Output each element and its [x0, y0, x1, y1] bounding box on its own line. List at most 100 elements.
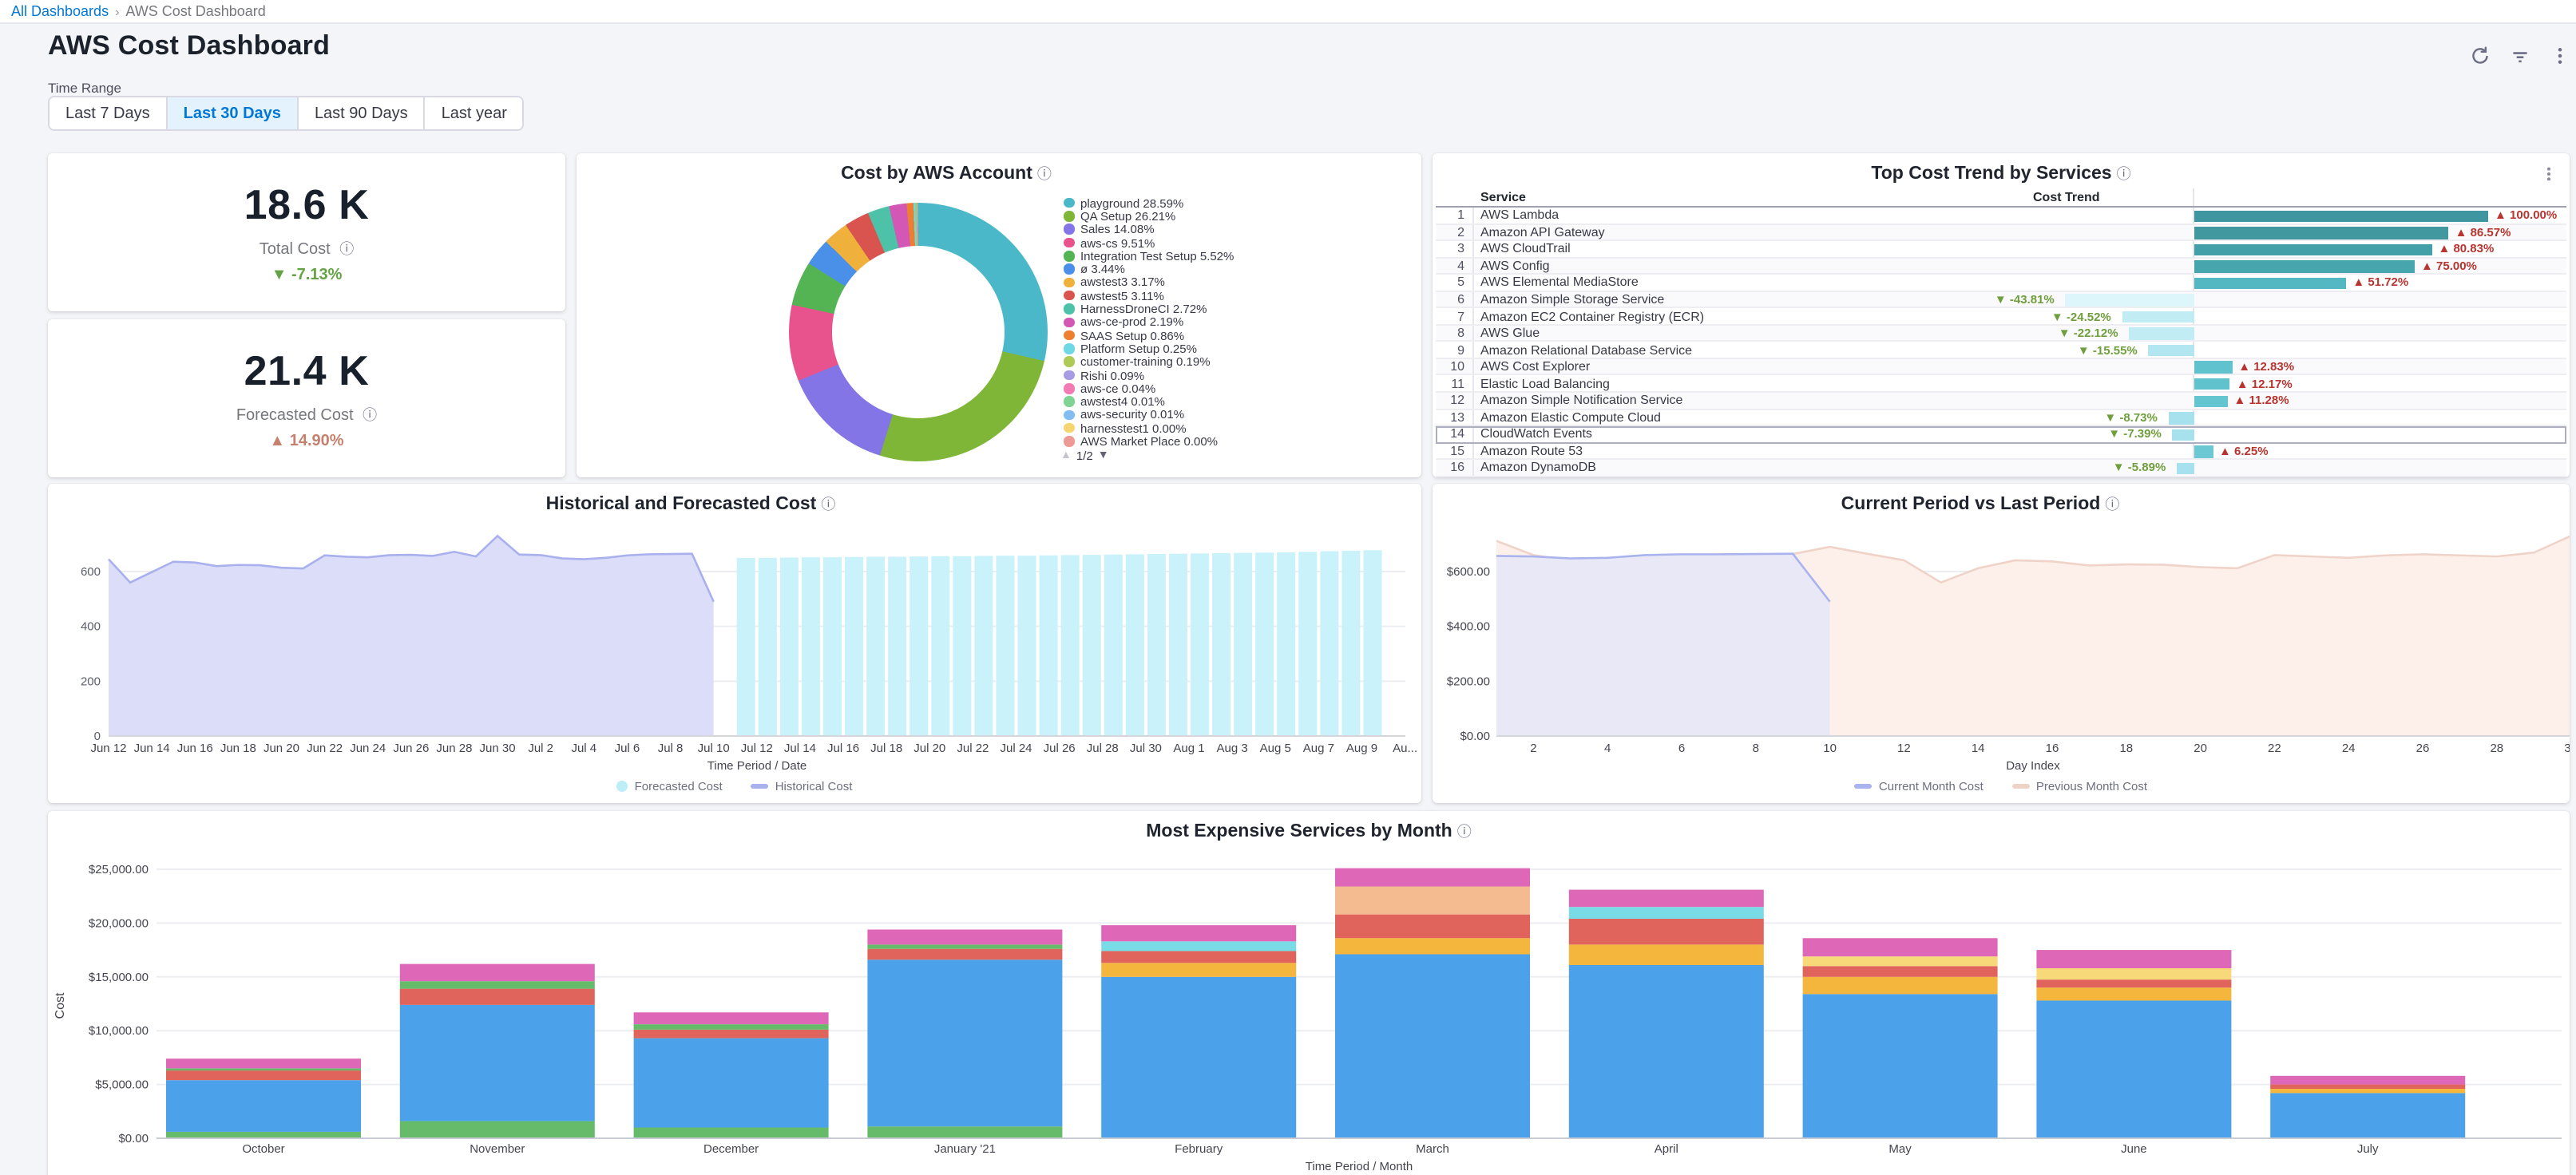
service-name: Amazon Simple Notification Service — [1474, 394, 2027, 408]
row-number: 6 — [1436, 291, 1474, 307]
svg-text:Jul 26: Jul 26 — [1044, 742, 1076, 755]
donut-legend: playground 28.59% QA Setup 26.21% Sales … — [1064, 196, 1234, 448]
info-icon[interactable]: ⓘ — [339, 241, 354, 257]
table-row[interactable]: 6 Amazon Simple Storage Service ▼ -43.81… — [1436, 291, 2566, 308]
table-row[interactable]: 13 Amazon Elastic Compute Cloud ▼ -8.73% — [1436, 409, 2566, 426]
svg-text:12: 12 — [1897, 742, 1911, 755]
legend-item[interactable]: customer-training 0.19% — [1064, 355, 1234, 369]
legend-item[interactable]: QA Setup 26.21% — [1064, 210, 1234, 224]
svg-text:$600.00: $600.00 — [1447, 565, 1490, 579]
info-icon[interactable]: ⓘ — [1037, 166, 1052, 182]
trend-value: ▲ 100.00% — [2495, 208, 2557, 223]
legend-page-up-icon[interactable]: ▲ — [1060, 450, 1072, 461]
svg-text:Au...: Au... — [1393, 742, 1417, 755]
row-number: 4 — [1436, 258, 1474, 273]
table-row[interactable]: 2 Amazon API Gateway ▲ 86.57% — [1436, 224, 2566, 241]
forecasted-cost-label: Forecasted Cost ⓘ — [236, 404, 377, 425]
legend-item[interactable]: AWS Market Place 0.00% — [1064, 435, 1234, 449]
period-compare-legend: Current Month Cost Previous Month Cost — [1433, 779, 2570, 793]
time-range-button[interactable]: Last 7 Days — [50, 97, 168, 129]
refresh-icon[interactable] — [2471, 46, 2490, 65]
legend-label: aws-ce-prod 2.19% — [1080, 315, 1183, 330]
table-row[interactable]: 14 CloudWatch Events ▼ -7.39% — [1436, 426, 2566, 443]
svg-text:Jul 28: Jul 28 — [1087, 742, 1119, 755]
svg-text:Jul 4: Jul 4 — [571, 742, 596, 755]
legend-item[interactable]: aws-security 0.01% — [1064, 409, 1234, 422]
legend-swatch — [1064, 423, 1074, 433]
table-row[interactable]: 11 Elastic Load Balancing ▲ 12.17% — [1436, 376, 2566, 393]
kebab-menu-icon[interactable] — [2550, 46, 2570, 65]
service-name: AWS CloudTrail — [1474, 242, 2027, 256]
total-cost-label: Total Cost ⓘ — [260, 238, 355, 259]
legend-item[interactable]: playground 28.59% — [1064, 196, 1234, 210]
row-number: 10 — [1436, 359, 1474, 374]
svg-text:Time Period / Month: Time Period / Month — [1306, 1160, 1413, 1173]
legend-item[interactable]: Current Month Cost — [1855, 779, 1984, 793]
legend-item[interactable]: awstest5 3.11% — [1064, 289, 1234, 303]
time-range-button[interactable]: Last 90 Days — [299, 97, 426, 129]
period-compare-chart: $0.00$200.00$400.00$600.0024681012141618… — [1433, 484, 2570, 774]
svg-text:Jun 30: Jun 30 — [480, 742, 516, 755]
legend-item[interactable]: aws-ce 0.04% — [1064, 382, 1234, 395]
table-row[interactable]: 1 AWS Lambda ▲ 100.00% — [1436, 208, 2566, 224]
row-number: 7 — [1436, 309, 1474, 324]
trend-value: ▲ 75.00% — [2421, 258, 2477, 273]
table-row[interactable]: 10 AWS Cost Explorer ▲ 12.83% — [1436, 359, 2566, 376]
svg-text:Aug 1: Aug 1 — [1173, 742, 1204, 755]
legend-item[interactable]: aws-ce-prod 2.19% — [1064, 315, 1234, 329]
legend-item[interactable]: Sales 14.08% — [1064, 223, 1234, 236]
table-row[interactable]: 12 Amazon Simple Notification Service ▲ … — [1436, 393, 2566, 409]
legend-item[interactable]: harnesstest1 0.00% — [1064, 421, 1234, 435]
service-name: AWS Cost Explorer — [1474, 359, 2027, 374]
legend-item[interactable]: Rishi 0.09% — [1064, 369, 1234, 382]
legend-swatch — [1064, 264, 1074, 275]
table-row[interactable]: 8 AWS Glue ▼ -22.12% — [1436, 326, 2566, 342]
svg-text:22: 22 — [2268, 742, 2281, 755]
legend-item[interactable]: aws-cs 9.51% — [1064, 236, 1234, 250]
svg-text:Jul 12: Jul 12 — [741, 742, 773, 755]
svg-text:April: April — [1655, 1142, 1678, 1156]
legend-label: Rishi 0.09% — [1080, 368, 1144, 382]
legend-item[interactable]: awstest3 3.17% — [1064, 276, 1234, 290]
breadcrumb-all-dashboards[interactable]: All Dashboards — [11, 3, 109, 19]
service-name: Amazon Simple Storage Service — [1474, 292, 2027, 307]
legend-swatch — [1064, 317, 1074, 327]
time-range-button[interactable]: Last year — [426, 97, 523, 129]
table-row[interactable]: 5 AWS Elemental MediaStore ▲ 51.72% — [1436, 275, 2566, 291]
row-number: 9 — [1436, 342, 1474, 358]
filter-icon[interactable] — [2511, 46, 2530, 65]
svg-text:6: 6 — [1678, 742, 1685, 755]
legend-item[interactable]: Integration Test Setup 5.52% — [1064, 249, 1234, 263]
top-cost-trend-title: Top Cost Trend by Servicesⓘ — [1433, 163, 2570, 184]
legend-label: customer-training 0.19% — [1080, 354, 1211, 369]
forecasted-cost-card: 21.4 K Forecasted Cost ⓘ ▲ 14.90% — [48, 319, 565, 477]
table-row[interactable]: 7 Amazon EC2 Container Registry (ECR) ▼ … — [1436, 309, 2566, 326]
column-service: Service — [1474, 190, 2027, 204]
legend-item[interactable]: HarnessDroneCI 2.72% — [1064, 303, 1234, 316]
table-row[interactable]: 4 AWS Config ▲ 75.00% — [1436, 258, 2566, 275]
info-icon[interactable]: ⓘ — [2117, 166, 2131, 182]
legend-swatch — [751, 785, 769, 789]
info-icon[interactable]: ⓘ — [363, 407, 377, 423]
table-row[interactable]: 16 Amazon DynamoDB ▼ -5.89% — [1436, 460, 2566, 477]
legend-item[interactable]: ø 3.44% — [1064, 263, 1234, 276]
table-row[interactable]: 9 Amazon Relational Database Service ▼ -… — [1436, 342, 2566, 359]
legend-item[interactable]: awstest4 0.01% — [1064, 395, 1234, 409]
legend-item[interactable]: Previous Month Cost — [2012, 779, 2147, 793]
table-row[interactable]: 15 Amazon Route 53 ▲ 6.25% — [1436, 443, 2566, 460]
svg-text:$200.00: $200.00 — [1447, 675, 1490, 688]
legend-swatch — [1064, 238, 1074, 248]
svg-text:Day Index: Day Index — [2006, 759, 2060, 773]
legend-label: Previous Month Cost — [2036, 779, 2147, 793]
services-table-body: 1 AWS Lambda ▲ 100.00% 2 Amazon API Gate… — [1436, 208, 2566, 477]
card-kebab-menu-icon[interactable] — [2541, 166, 2557, 182]
legend-item[interactable]: Historical Cost — [751, 779, 853, 793]
time-range-button[interactable]: Last 30 Days — [168, 97, 299, 129]
legend-label: awstest3 3.17% — [1080, 275, 1165, 290]
legend-page-down-icon[interactable]: ▼ — [1098, 450, 1109, 461]
legend-item[interactable]: Platform Setup 0.25% — [1064, 342, 1234, 356]
svg-text:400: 400 — [81, 620, 101, 634]
legend-item[interactable]: SAAS Setup 0.86% — [1064, 329, 1234, 342]
legend-item[interactable]: Forecasted Cost — [617, 779, 723, 793]
table-row[interactable]: 3 AWS CloudTrail ▲ 80.83% — [1436, 241, 2566, 258]
